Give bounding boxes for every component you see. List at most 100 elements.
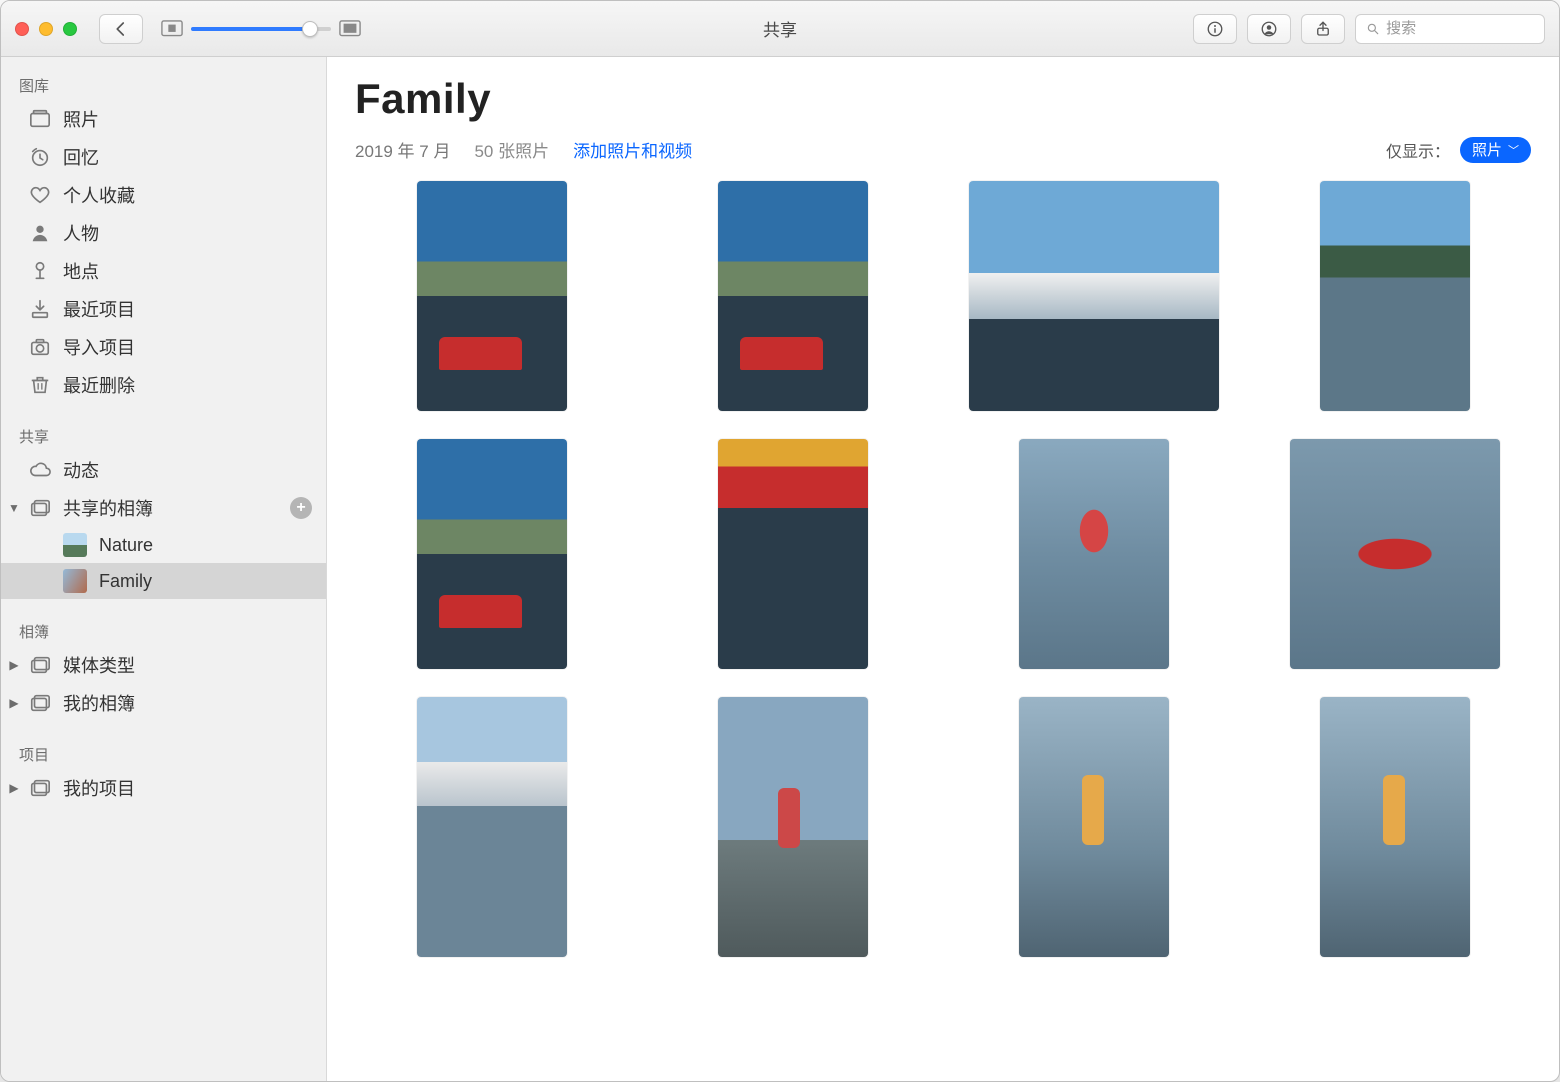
photo-thumbnail[interactable] — [656, 439, 929, 669]
photos-app-window: 共享 图库 照片 — [0, 0, 1560, 1082]
sidebar-header-shared: 共享 — [1, 418, 326, 451]
window-controls — [15, 22, 77, 36]
sidebar: 图库 照片 回忆 个人收藏 人物 地点 — [1, 57, 327, 1081]
sidebar-item-places[interactable]: 地点 — [1, 252, 326, 290]
show-only-label: 仅显示： — [1386, 138, 1450, 162]
sidebar-item-label: Family — [99, 571, 152, 592]
disclosure-triangle-icon[interactable]: ▼ — [7, 501, 21, 515]
thumbnail-zoom-slider[interactable] — [161, 21, 361, 37]
sidebar-item-shared-albums[interactable]: ▼ 共享的相簿 + — [1, 489, 326, 527]
filter-dropdown[interactable]: 照片 ﹀ — [1460, 137, 1531, 163]
photo-thumbnail[interactable] — [355, 697, 628, 957]
photo-thumbnail[interactable] — [1258, 439, 1531, 669]
photo-thumbnail[interactable] — [1258, 697, 1531, 957]
person-icon — [29, 222, 51, 244]
sidebar-item-imports[interactable]: 导入项目 — [1, 328, 326, 366]
sidebar-item-label: 照片 — [63, 106, 99, 132]
sidebar-item-label: 共享的相簿 — [63, 495, 153, 521]
photo-grid — [355, 181, 1531, 957]
photo-thumbnail[interactable] — [656, 181, 929, 411]
photo-thumbnail[interactable] — [957, 439, 1230, 669]
album-stack-icon — [29, 497, 51, 519]
trash-icon — [29, 374, 51, 396]
album-metadata-row: 2019 年 7 月 50 张照片 添加照片和视频 仅显示： 照片 ﹀ — [355, 137, 1531, 163]
sidebar-item-memories[interactable]: 回忆 — [1, 138, 326, 176]
clock-icon — [29, 146, 51, 168]
album-title: Family — [355, 75, 1531, 123]
search-icon — [1366, 21, 1380, 37]
chevron-left-icon — [112, 20, 130, 38]
sidebar-item-photos[interactable]: 照片 — [1, 100, 326, 138]
sidebar-item-favorites[interactable]: 个人收藏 — [1, 176, 326, 214]
album-stack-icon — [29, 654, 51, 676]
sidebar-item-label: 我的相簿 — [63, 690, 135, 716]
zoom-small-icon — [161, 21, 183, 37]
chevron-down-icon: ﹀ — [1508, 142, 1519, 158]
disclosure-triangle-icon[interactable]: ▶ — [7, 696, 21, 710]
sidebar-item-label: 个人收藏 — [63, 182, 135, 208]
info-button[interactable] — [1193, 14, 1237, 44]
share-icon — [1314, 20, 1332, 38]
sidebar-item-label: 我的项目 — [63, 775, 135, 801]
sidebar-header-library: 图库 — [1, 67, 326, 100]
zoom-large-icon — [339, 21, 361, 37]
titlebar: 共享 — [1, 1, 1559, 57]
download-icon — [29, 298, 51, 320]
sidebar-shared-album-family[interactable]: Family — [1, 563, 326, 599]
disclosure-triangle-icon[interactable]: ▶ — [7, 781, 21, 795]
sidebar-item-people[interactable]: 人物 — [1, 214, 326, 252]
sidebar-item-label: Nature — [99, 535, 153, 556]
sidebar-item-my-albums[interactable]: ▶ 我的相簿 — [1, 684, 326, 722]
filter-value: 照片 — [1472, 139, 1502, 160]
main-content: Family 2019 年 7 月 50 张照片 添加照片和视频 仅显示： 照片… — [327, 57, 1559, 1081]
photo-thumbnail[interactable] — [355, 181, 628, 411]
album-stack-icon — [29, 777, 51, 799]
sidebar-item-label: 最近删除 — [63, 372, 135, 398]
disclosure-triangle-icon[interactable]: ▶ — [7, 658, 21, 672]
info-icon — [1206, 20, 1224, 38]
photo-thumbnail[interactable] — [957, 697, 1230, 957]
cloud-icon — [29, 459, 51, 481]
photo-thumbnail[interactable] — [355, 439, 628, 669]
album-thumbnail — [63, 569, 87, 593]
sidebar-item-activity[interactable]: 动态 — [1, 451, 326, 489]
share-button[interactable] — [1301, 14, 1345, 44]
sidebar-item-recently-deleted[interactable]: 最近删除 — [1, 366, 326, 404]
pin-icon — [29, 260, 51, 282]
add-photos-link[interactable]: 添加照片和视频 — [573, 137, 692, 162]
album-thumbnail — [63, 533, 87, 557]
sidebar-item-media-types[interactable]: ▶ 媒体类型 — [1, 646, 326, 684]
sidebar-item-label: 地点 — [63, 258, 99, 284]
sidebar-item-label: 媒体类型 — [63, 652, 135, 678]
photo-thumbnail[interactable] — [656, 697, 929, 957]
photo-thumbnail[interactable] — [957, 181, 1230, 411]
sidebar-shared-album-nature[interactable]: Nature — [1, 527, 326, 563]
minimize-window-button[interactable] — [39, 22, 53, 36]
fullscreen-window-button[interactable] — [63, 22, 77, 36]
sidebar-item-label: 动态 — [63, 457, 99, 483]
sidebar-item-recents[interactable]: 最近项目 — [1, 290, 326, 328]
album-date: 2019 年 7 月 — [355, 137, 450, 162]
sidebar-header-albums: 相簿 — [1, 613, 326, 646]
sidebar-item-label: 导入项目 — [63, 334, 135, 360]
photos-icon — [29, 108, 51, 130]
heart-icon — [29, 184, 51, 206]
album-count: 50 张照片 — [474, 137, 549, 162]
add-shared-album-button[interactable]: + — [290, 497, 312, 519]
photo-thumbnail[interactable] — [1258, 181, 1531, 411]
camera-icon — [29, 336, 51, 358]
album-stack-icon — [29, 692, 51, 714]
close-window-button[interactable] — [15, 22, 29, 36]
search-field[interactable] — [1355, 14, 1545, 44]
sidebar-header-projects: 项目 — [1, 736, 326, 769]
people-button[interactable] — [1247, 14, 1291, 44]
zoom-track[interactable] — [191, 27, 331, 31]
search-input[interactable] — [1386, 20, 1534, 37]
person-circle-icon — [1260, 20, 1278, 38]
sidebar-item-label: 回忆 — [63, 144, 99, 170]
sidebar-item-my-projects[interactable]: ▶ 我的项目 — [1, 769, 326, 807]
sidebar-item-label: 最近项目 — [63, 296, 135, 322]
sidebar-item-label: 人物 — [63, 220, 99, 246]
back-button[interactable] — [99, 14, 143, 44]
zoom-thumb[interactable] — [302, 21, 318, 37]
